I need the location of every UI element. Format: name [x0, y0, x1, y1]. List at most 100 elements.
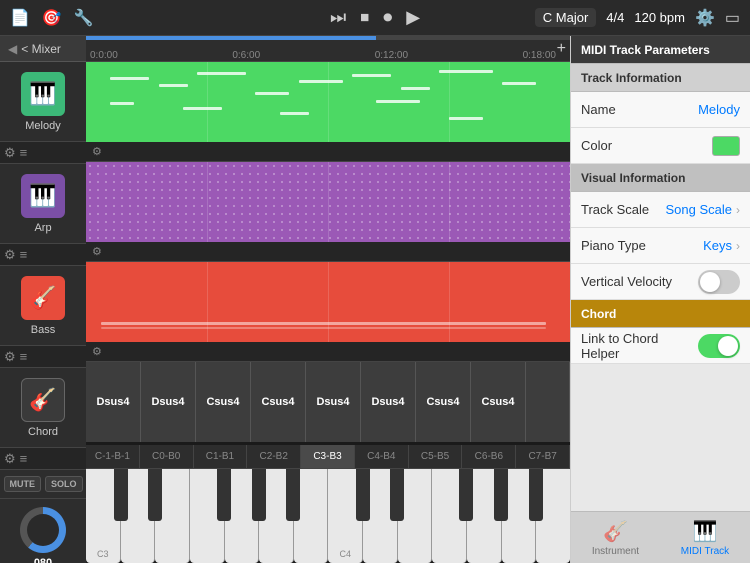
piano-type-value[interactable]: Keys › — [703, 238, 740, 253]
skip-forward-btn[interactable]: ⏭ — [330, 7, 346, 28]
black-key-fs3[interactable] — [217, 469, 231, 521]
bass-track-label: Bass — [31, 324, 55, 336]
piano-section: C-1-B-1 C0-B0 C1-B1 C2-B2 C3-B3 C4-B4 C5… — [86, 445, 570, 563]
black-key-ds4[interactable] — [390, 469, 404, 521]
time-sig-display[interactable]: 4/4 — [606, 10, 624, 25]
visual-info-header-text: Visual Information — [581, 171, 685, 185]
tab-midi-track[interactable]: 🎹 MIDI Track — [681, 519, 729, 557]
black-key-fs4[interactable] — [459, 469, 473, 521]
color-row: Color — [571, 128, 750, 164]
octave-btn-2[interactable]: C1-B1 — [194, 445, 248, 468]
panel-bottom: 🎸 Instrument 🎹 MIDI Track — [571, 364, 750, 563]
mixer-header[interactable]: ◀ < Mixer — [0, 36, 86, 62]
bass-ctrl-icon[interactable]: ⚙ — [92, 345, 102, 358]
timeline-add-button[interactable]: + — [557, 40, 566, 58]
octave-btn-4[interactable]: C3-B3 — [301, 445, 355, 468]
chord-label-0: Dsus4 — [86, 362, 141, 442]
key-label-c3: C3 — [97, 549, 109, 559]
bass-eq-icon[interactable]: ≡ — [20, 349, 28, 364]
right-panel: MIDI Track Parameters Track Information … — [570, 36, 750, 563]
melody-segment[interactable] — [86, 62, 570, 142]
tab-instrument[interactable]: 🎸 Instrument — [592, 519, 639, 557]
chord-settings-icon[interactable]: ⚙ — [4, 451, 16, 467]
black-key-as3[interactable] — [286, 469, 300, 521]
black-key-gs4[interactable] — [494, 469, 508, 521]
bass-notes — [86, 262, 570, 342]
octave-btn-6[interactable]: C5-B5 — [409, 445, 463, 468]
track-list: 🎹 Melody ⚙ ≡ 🎹 Arp ⚙ ≡ 🎸 Bass ⚙ — [0, 62, 86, 563]
bass-track-controls: ⚙ ≡ — [0, 346, 86, 368]
timeline-marker-0: 0:0:00 — [90, 50, 118, 61]
record-icon[interactable]: 🎯 — [42, 8, 62, 28]
track-scale-value[interactable]: Song Scale › — [666, 202, 741, 217]
layout-icon[interactable]: ▭ — [725, 8, 740, 28]
mute-solo-section: MUTE SOLO — [0, 470, 86, 499]
track-scale-label: Track Scale — [581, 202, 666, 217]
black-key-as4[interactable] — [529, 469, 543, 521]
track-info-header: Track Information — [571, 64, 750, 92]
track-item-arp[interactable]: 🎹 Arp — [0, 164, 86, 244]
melody-track-controls: ⚙ ≡ — [0, 142, 86, 164]
vertical-velocity-toggle[interactable] — [698, 270, 740, 294]
midi-track-tab-label: MIDI Track — [681, 546, 729, 557]
chord-segment[interactable]: Dsus4 Dsus4 Csus4 Csus4 Dsus4 Dsus4 Csus… — [86, 362, 570, 442]
melody-settings-icon[interactable]: ⚙ — [4, 145, 16, 161]
name-value[interactable]: Melody — [698, 102, 740, 117]
velocity-knob[interactable] — [20, 507, 66, 553]
octave-btn-5[interactable]: C4-B4 — [355, 445, 409, 468]
key-display[interactable]: C Major — [535, 8, 597, 27]
mute-button[interactable]: MUTE — [4, 476, 42, 492]
arp-controls-row: ⚙ — [86, 242, 570, 262]
octave-btn-3[interactable]: C2-B2 — [247, 445, 301, 468]
arp-ctrl-icon[interactable]: ⚙ — [92, 245, 102, 258]
black-key-ds3[interactable] — [148, 469, 162, 521]
black-key-gs3[interactable] — [252, 469, 266, 521]
stop-btn[interactable]: ⏹ — [360, 7, 369, 28]
melody-ctrl-icon[interactable]: ⚙ — [92, 145, 102, 158]
chord-label-4: Dsus4 — [306, 362, 361, 442]
octave-btn-1[interactable]: C0-B0 — [140, 445, 194, 468]
arp-eq-icon[interactable]: ≡ — [20, 247, 28, 262]
link-toggle[interactable] — [698, 334, 740, 358]
velocity-section: 080 Velocity — [0, 499, 86, 563]
octave-btn-0[interactable]: C-1-B-1 — [86, 445, 140, 468]
arp-track-icon: 🎹 — [21, 174, 65, 218]
black-key-cs4[interactable] — [356, 469, 370, 521]
record-btn[interactable]: ⏺ — [383, 7, 392, 28]
chord-eq-icon[interactable]: ≡ — [20, 451, 28, 466]
track-item-melody[interactable]: 🎹 Melody — [0, 62, 86, 142]
chord-track-row: Dsus4 Dsus4 Csus4 Csus4 Dsus4 Dsus4 Csus… — [86, 362, 570, 442]
settings-icon[interactable]: ⚙️ — [695, 8, 715, 28]
timeline-header: 0:0:00 0:6:00 0:12:00 0:18:00 + — [86, 36, 570, 62]
octave-btn-7[interactable]: C6-B6 — [462, 445, 516, 468]
solo-button[interactable]: SOLO — [45, 476, 83, 492]
timeline-bar[interactable] — [86, 36, 570, 40]
color-swatch[interactable] — [712, 136, 740, 156]
arp-track-row — [86, 162, 570, 242]
toggle-knob — [700, 272, 720, 292]
arp-track-label: Arp — [34, 222, 51, 234]
melody-notes — [86, 62, 570, 142]
play-btn[interactable]: ▶ — [406, 7, 420, 28]
arp-settings-icon[interactable]: ⚙ — [4, 247, 16, 263]
track-item-bass[interactable]: 🎸 Bass — [0, 266, 86, 346]
melody-eq-icon[interactable]: ≡ — [20, 145, 28, 160]
arp-segment[interactable] — [86, 162, 570, 242]
track-scale-chevron-icon: › — [736, 203, 740, 217]
track-item-chord[interactable]: 🎸 Chord — [0, 368, 86, 448]
new-file-icon[interactable]: 📄 — [10, 8, 30, 28]
bass-segment[interactable] — [86, 262, 570, 342]
timeline-marker-3: 0:18:00 — [523, 50, 556, 61]
chord-label-5: Dsus4 — [361, 362, 416, 442]
tools-icon[interactable]: 🔧 — [74, 8, 94, 28]
black-key-cs3[interactable] — [114, 469, 128, 521]
bass-controls-row: ⚙ — [86, 342, 570, 362]
bpm-display[interactable]: 120 bpm — [634, 10, 685, 25]
octave-btn-8[interactable]: C7-B7 — [516, 445, 570, 468]
chord-label-6: Csus4 — [416, 362, 471, 442]
key-label-c4: C4 — [340, 549, 352, 559]
track-info-header-text: Track Information — [581, 71, 682, 85]
bass-settings-icon[interactable]: ⚙ — [4, 349, 16, 365]
panel-tab-bar: 🎸 Instrument 🎹 MIDI Track — [571, 511, 750, 563]
arp-notes — [86, 162, 570, 242]
